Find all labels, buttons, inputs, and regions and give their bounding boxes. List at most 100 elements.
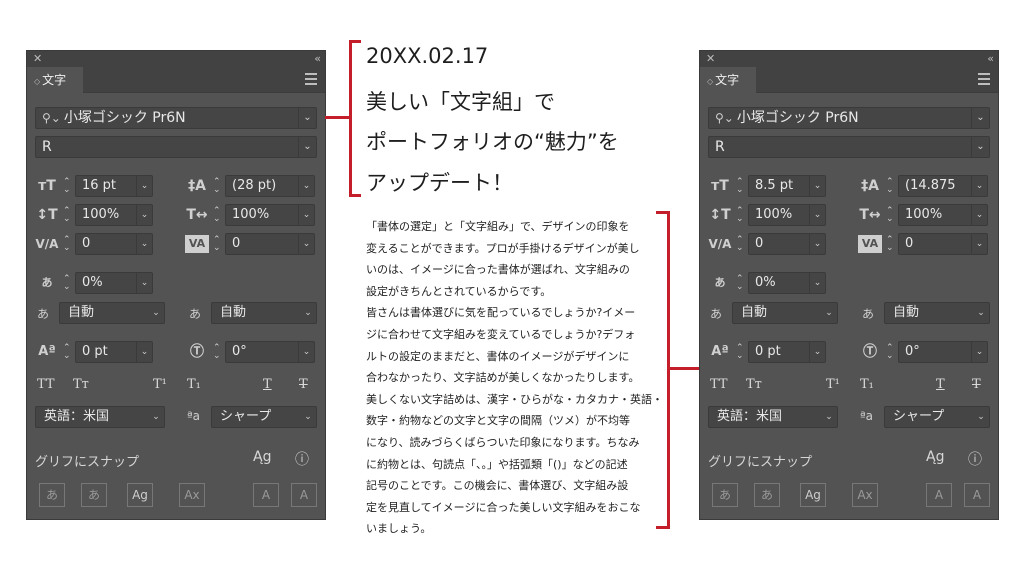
chevron-down-icon[interactable]: ⌄ bbox=[136, 176, 152, 196]
stepper-icon[interactable]: ⌃ ⌄ bbox=[736, 178, 744, 195]
chevron-down-icon[interactable]: ⌄ bbox=[971, 176, 987, 196]
stepper-icon[interactable]: ⌃ ⌄ bbox=[886, 344, 894, 361]
baseline-shift-field[interactable]: 0 pt ⌄ bbox=[75, 341, 153, 363]
chevron-down-icon[interactable]: ⌄ bbox=[136, 205, 152, 225]
chevron-down-icon[interactable]: ⌄ bbox=[300, 303, 316, 323]
chevron-down-icon[interactable]: ⌄ bbox=[971, 342, 987, 362]
language-select[interactable]: 英語：米国 ⌄ bbox=[708, 406, 838, 428]
tab-character[interactable]: ◇ 文字 bbox=[700, 67, 756, 93]
stepper-icon[interactable]: ⌃ ⌄ bbox=[736, 275, 744, 292]
font-size-field[interactable]: 16 pt ⌄ bbox=[75, 175, 153, 197]
chevron-down-icon[interactable]: ⌄ bbox=[298, 108, 316, 128]
baseline-snap-icon[interactable]: あ bbox=[39, 483, 65, 507]
mojikumi-before-select[interactable]: 自動 ⌄ bbox=[732, 302, 838, 324]
stepper-icon[interactable]: ⌃ ⌄ bbox=[213, 236, 221, 253]
chevron-down-icon[interactable]: ⌄ bbox=[821, 303, 837, 323]
chevron-down-icon[interactable]: ⌄ bbox=[971, 234, 987, 254]
close-icon[interactable]: ✕ bbox=[33, 51, 42, 67]
chevron-down-icon[interactable]: ⌄ bbox=[809, 234, 825, 254]
stepper-icon[interactable]: ⌃ ⌄ bbox=[886, 207, 894, 224]
stepper-icon[interactable]: ⌃ ⌄ bbox=[63, 275, 71, 292]
kerning-field[interactable]: 0 ⌄ bbox=[75, 233, 153, 255]
chevron-down-icon[interactable]: ⌄ bbox=[971, 137, 989, 157]
superscript-icon[interactable]: T¹ bbox=[826, 377, 840, 392]
font-size-field[interactable]: 8.5 pt ⌄ bbox=[748, 175, 826, 197]
chevron-down-icon[interactable]: ⌄ bbox=[136, 342, 152, 362]
vertical-scale-field[interactable]: 100% ⌄ bbox=[75, 204, 153, 226]
angular-snap-icon[interactable]: A bbox=[253, 483, 279, 507]
subscript-icon[interactable]: T₁ bbox=[187, 377, 201, 392]
underline-icon[interactable]: T bbox=[936, 377, 945, 392]
language-select[interactable]: 英語：米国 ⌄ bbox=[35, 406, 165, 428]
stepper-icon[interactable]: ⌃ ⌄ bbox=[213, 178, 221, 195]
chevron-down-icon[interactable]: ⌄ bbox=[298, 137, 316, 157]
chevron-down-icon[interactable]: ⌄ bbox=[809, 273, 825, 293]
chevron-down-icon[interactable]: ⌄ bbox=[298, 234, 314, 254]
stepper-icon[interactable]: ⌃ ⌄ bbox=[886, 236, 894, 253]
strikethrough-icon[interactable]: T bbox=[972, 377, 981, 392]
font-family-dropdown[interactable]: ⚲⌄ 小塚ゴシック Pr6N ⌄ bbox=[35, 107, 317, 129]
glyph-snap-icon[interactable]: Ąg bbox=[253, 449, 271, 465]
small-caps-icon[interactable]: Tᴛ bbox=[746, 377, 762, 392]
collapse-icon[interactable]: ‹‹ bbox=[314, 51, 321, 67]
chevron-down-icon[interactable]: ⌄ bbox=[809, 176, 825, 196]
info-icon[interactable]: ⓘ bbox=[968, 449, 982, 469]
chevron-down-icon[interactable]: ⌄ bbox=[821, 407, 837, 427]
superscript-icon[interactable]: T¹ bbox=[153, 377, 167, 392]
collapse-icon[interactable]: ‹‹ bbox=[987, 51, 994, 67]
proximity-snap-icon[interactable]: Ax bbox=[179, 483, 205, 507]
chevron-down-icon[interactable]: ⌄ bbox=[148, 303, 164, 323]
baseline-shift-field[interactable]: 0 pt ⌄ bbox=[748, 341, 826, 363]
all-caps-icon[interactable]: TT bbox=[710, 377, 728, 392]
close-icon[interactable]: ✕ bbox=[706, 51, 715, 67]
stepper-icon[interactable]: ⌃ ⌄ bbox=[63, 207, 71, 224]
stepper-icon[interactable]: ⌃ ⌄ bbox=[736, 236, 744, 253]
tab-character[interactable]: ◇ 文字 bbox=[27, 67, 83, 93]
glyph-bounds-snap-icon[interactable]: Ag bbox=[127, 483, 153, 507]
all-caps-icon[interactable]: TT bbox=[37, 377, 55, 392]
chevron-down-icon[interactable]: ⌄ bbox=[973, 303, 989, 323]
tracking-field[interactable]: 0 ⌄ bbox=[898, 233, 988, 255]
stepper-icon[interactable]: ⌃ ⌄ bbox=[736, 207, 744, 224]
chevron-down-icon[interactable]: ⌄ bbox=[298, 176, 314, 196]
italic-snap-icon[interactable]: A bbox=[964, 483, 990, 507]
kerning-field[interactable]: 0 ⌄ bbox=[748, 233, 826, 255]
chevron-down-icon[interactable]: ⌄ bbox=[148, 407, 164, 427]
rotation-field[interactable]: 0° ⌄ bbox=[898, 341, 988, 363]
tsume-field[interactable]: 0% ⌄ bbox=[748, 272, 826, 294]
leading-field[interactable]: (14.875 ⌄ bbox=[898, 175, 988, 197]
glyph-bounds-snap-icon[interactable]: Ag bbox=[800, 483, 826, 507]
stepper-icon[interactable]: ⌃ ⌄ bbox=[63, 178, 71, 195]
font-style-dropdown[interactable]: R ⌄ bbox=[708, 136, 990, 158]
info-icon[interactable]: ⓘ bbox=[295, 449, 309, 469]
chevron-down-icon[interactable]: ⌄ bbox=[973, 407, 989, 427]
chevron-down-icon[interactable]: ⌄ bbox=[300, 407, 316, 427]
chevron-down-icon[interactable]: ⌄ bbox=[298, 205, 314, 225]
stepper-icon[interactable]: ⌃ ⌄ bbox=[736, 344, 744, 361]
strikethrough-icon[interactable]: T bbox=[299, 377, 308, 392]
leading-field[interactable]: (28 pt) ⌄ bbox=[225, 175, 315, 197]
stepper-icon[interactable]: ⌃ ⌄ bbox=[63, 236, 71, 253]
panel-menu-icon[interactable] bbox=[978, 73, 990, 85]
italic-snap-icon[interactable]: A bbox=[291, 483, 317, 507]
em-box-snap-icon[interactable]: あ bbox=[81, 483, 107, 507]
mojikumi-before-select[interactable]: 自動 ⌄ bbox=[59, 302, 165, 324]
chevron-down-icon[interactable]: ⌄ bbox=[809, 342, 825, 362]
small-caps-icon[interactable]: Tᴛ bbox=[73, 377, 89, 392]
font-style-dropdown[interactable]: R ⌄ bbox=[35, 136, 317, 158]
em-box-snap-icon[interactable]: あ bbox=[754, 483, 780, 507]
baseline-snap-icon[interactable]: あ bbox=[712, 483, 738, 507]
glyph-snap-icon[interactable]: Ąg bbox=[926, 449, 944, 465]
underline-icon[interactable]: T bbox=[263, 377, 272, 392]
stepper-icon[interactable]: ⌃ ⌄ bbox=[213, 344, 221, 361]
proximity-snap-icon[interactable]: Ax bbox=[852, 483, 878, 507]
antialias-select[interactable]: シャープ ⌄ bbox=[884, 406, 990, 428]
horizontal-scale-field[interactable]: 100% ⌄ bbox=[898, 204, 988, 226]
stepper-icon[interactable]: ⌃ ⌄ bbox=[63, 344, 71, 361]
chevron-down-icon[interactable]: ⌄ bbox=[298, 342, 314, 362]
horizontal-scale-field[interactable]: 100% ⌄ bbox=[225, 204, 315, 226]
chevron-down-icon[interactable]: ⌄ bbox=[136, 273, 152, 293]
panel-menu-icon[interactable] bbox=[305, 73, 317, 85]
vertical-scale-field[interactable]: 100% ⌄ bbox=[748, 204, 826, 226]
antialias-select[interactable]: シャープ ⌄ bbox=[211, 406, 317, 428]
